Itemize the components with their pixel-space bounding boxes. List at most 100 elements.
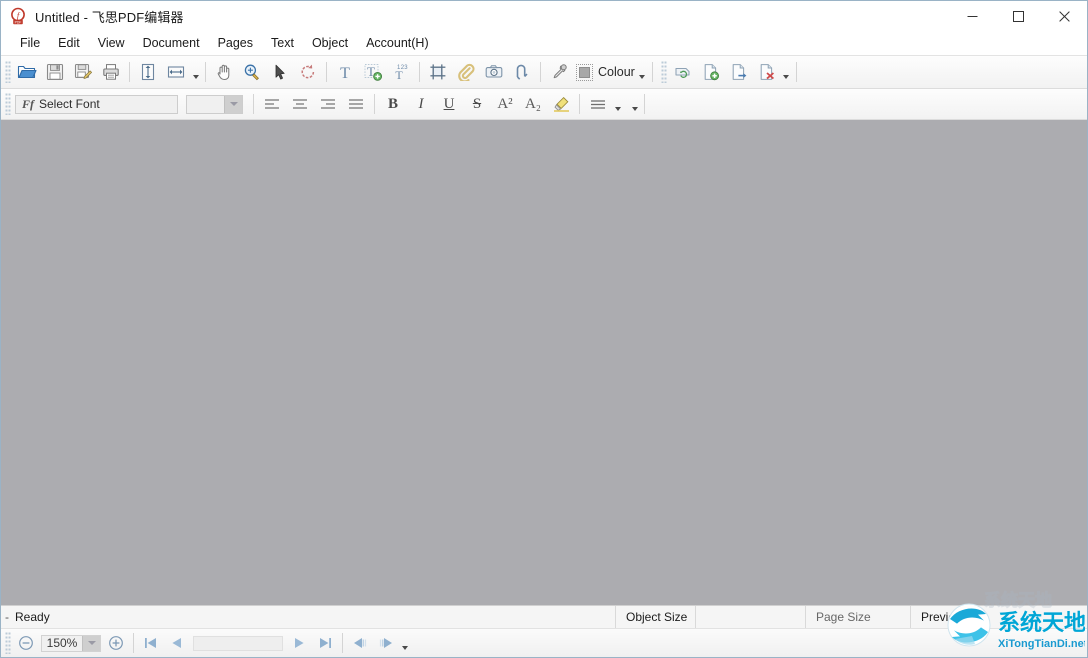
toolbar-object-group — [424, 56, 536, 88]
page-delete-icon[interactable] — [753, 58, 781, 86]
strikethrough-button[interactable]: S — [463, 91, 491, 117]
page-size-label: Page Size — [806, 606, 911, 628]
bottom-separator — [133, 633, 134, 653]
application-window: f PDF Untitled - 飞思PDF编辑器 File Edit View… — [0, 0, 1088, 658]
toolbar-separator — [579, 94, 580, 114]
font-prefix-label: Ff — [16, 97, 39, 112]
page-add-icon[interactable] — [697, 58, 725, 86]
font-size-value — [187, 96, 224, 113]
toolbar-text-group: T T 1 2 3 T — [331, 56, 415, 88]
rotate-undo-icon[interactable] — [294, 58, 322, 86]
colour-picker-button[interactable]: Colour — [573, 60, 637, 84]
text-spacing-icon[interactable]: 1 2 3 T — [387, 58, 415, 86]
first-page-button[interactable] — [138, 631, 164, 655]
zoom-magnifier-icon[interactable] — [238, 58, 266, 86]
align-center-icon[interactable] — [286, 90, 314, 118]
bottom-toolbar: 150% — [1, 628, 1087, 657]
status-message: Ready — [15, 610, 50, 624]
menu-file[interactable]: File — [11, 33, 49, 53]
zoom-level-combo[interactable]: 150% — [41, 635, 101, 652]
italic-button[interactable]: I — [407, 91, 435, 117]
toolbar-grip[interactable] — [5, 61, 11, 83]
status-spacer — [971, 606, 1087, 628]
zoom-chevron-down-icon[interactable] — [82, 636, 100, 651]
page-dropdown-caret[interactable] — [781, 60, 792, 84]
align-justify-icon[interactable] — [342, 90, 370, 118]
colour-dropdown-caret[interactable] — [637, 60, 648, 84]
magnet-link-icon[interactable] — [508, 58, 536, 86]
svg-text:f: f — [17, 10, 21, 20]
main-toolbar: T T 1 2 3 T — [1, 56, 1087, 89]
last-page-button[interactable] — [312, 631, 338, 655]
document-canvas[interactable] — [1, 120, 1087, 605]
chevron-down-icon[interactable] — [224, 96, 242, 113]
toolbar-separator — [796, 62, 797, 82]
menu-document[interactable]: Document — [134, 33, 209, 53]
font-family-combo[interactable]: Ff Select Font — [15, 95, 178, 114]
object-size-label: Object Size — [616, 606, 696, 628]
svg-text:T: T — [340, 65, 350, 81]
menu-bar: File Edit View Document Pages Text Objec… — [1, 31, 1087, 56]
bold-button[interactable]: B — [379, 91, 407, 117]
previous-view-button[interactable] — [347, 631, 373, 655]
status-bar: - Ready Object Size Page Size Preview — [1, 605, 1087, 628]
format-overflow-caret[interactable] — [629, 92, 640, 116]
next-view-button[interactable] — [373, 631, 399, 655]
toolbar-grip[interactable] — [661, 61, 667, 83]
zoom-out-icon[interactable] — [13, 631, 39, 655]
window-controls — [949, 1, 1087, 31]
bottom-toolbar-grip[interactable] — [5, 632, 11, 654]
menu-text[interactable]: Text — [262, 33, 303, 53]
toolbar-separator — [374, 94, 375, 114]
superscript-button[interactable]: A² — [491, 91, 519, 117]
menu-account[interactable]: Account(H) — [357, 33, 438, 53]
eyedropper-icon[interactable] — [545, 58, 573, 86]
save-floppy-icon[interactable] — [41, 58, 69, 86]
fit-height-icon[interactable] — [134, 58, 162, 86]
line-spacing-icon[interactable] — [584, 90, 612, 118]
menu-view[interactable]: View — [89, 33, 134, 53]
print-icon[interactable] — [97, 58, 125, 86]
menu-object[interactable]: Object — [303, 33, 357, 53]
bottom-overflow-caret[interactable] — [399, 631, 410, 655]
menu-edit[interactable]: Edit — [49, 33, 89, 53]
zoom-in-icon[interactable] — [103, 631, 129, 655]
format-toolbar-grip[interactable] — [5, 93, 11, 115]
minimize-button[interactable] — [949, 1, 995, 31]
save-as-icon[interactable] — [69, 58, 97, 86]
line-spacing-caret[interactable] — [612, 92, 623, 116]
font-family-value: Select Font — [39, 97, 100, 111]
open-folder-icon[interactable] — [13, 58, 41, 86]
toolbar-separator — [253, 94, 254, 114]
close-button[interactable] — [1041, 1, 1087, 31]
next-page-button[interactable] — [286, 631, 312, 655]
line-spacing-group — [584, 89, 623, 119]
fit-width-icon[interactable] — [162, 58, 190, 86]
zoom-level-value: 150% — [42, 636, 82, 651]
attachment-clip-icon[interactable] — [452, 58, 480, 86]
page-number-field[interactable] — [193, 636, 283, 651]
highlight-pen-icon[interactable] — [547, 91, 575, 117]
svg-text:T: T — [395, 68, 403, 81]
previous-page-button[interactable] — [164, 631, 190, 655]
crop-icon[interactable] — [424, 58, 452, 86]
toolbar-separator — [129, 62, 130, 82]
hand-pan-icon[interactable] — [210, 58, 238, 86]
fit-dropdown-caret[interactable] — [190, 60, 201, 84]
align-left-icon[interactable] — [258, 90, 286, 118]
page-extract-icon[interactable] — [725, 58, 753, 86]
menu-pages[interactable]: Pages — [209, 33, 262, 53]
align-right-icon[interactable] — [314, 90, 342, 118]
toolbar-separator — [326, 62, 327, 82]
toolbar-navigation-group — [210, 56, 322, 88]
add-text-icon[interactable]: T — [359, 58, 387, 86]
underline-button[interactable]: U — [435, 91, 463, 117]
font-size-combo[interactable] — [186, 95, 243, 114]
subscript-button[interactable]: A₂ — [519, 91, 547, 117]
page-refresh-icon[interactable] — [669, 58, 697, 86]
select-arrow-icon[interactable] — [266, 58, 294, 86]
colour-label: Colour — [598, 65, 635, 79]
text-tool-icon[interactable]: T — [331, 58, 359, 86]
camera-snapshot-icon[interactable] — [480, 58, 508, 86]
maximize-button[interactable] — [995, 1, 1041, 31]
